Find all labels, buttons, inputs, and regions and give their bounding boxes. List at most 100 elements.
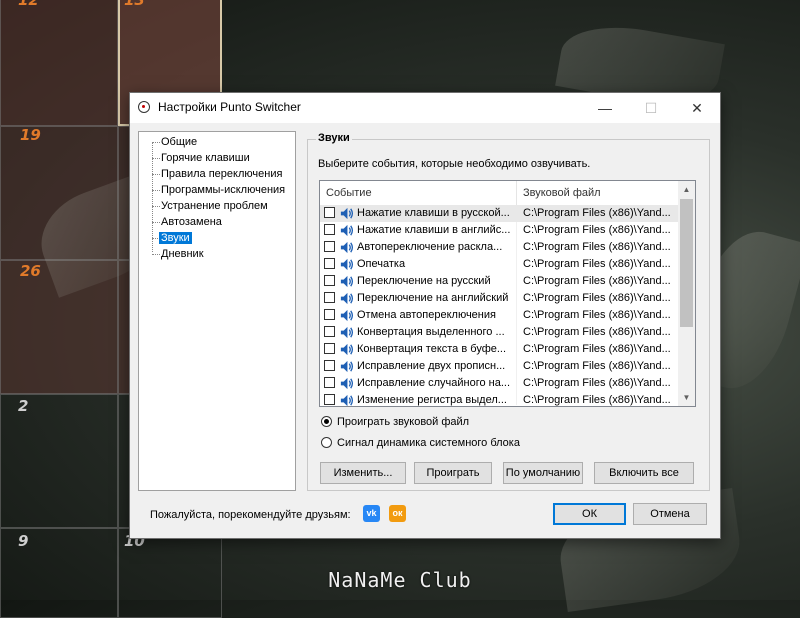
table-row[interactable]: Конвертация текста в буфе... C:\Program F… — [320, 341, 679, 358]
radio-system-beep[interactable]: Сигнал динамика системного блока — [321, 435, 520, 451]
row-checkbox[interactable] — [324, 377, 335, 388]
speaker-icon — [340, 326, 354, 339]
enable-all-button[interactable]: Включить все — [594, 462, 694, 484]
speaker-icon — [340, 377, 354, 390]
scroll-down-arrow-icon[interactable]: ▼ — [678, 389, 695, 406]
table-row[interactable]: Изменение регистра выдел... C:\Program Fi… — [320, 392, 679, 406]
tree-item-hotkeys[interactable]: Горячие клавиши — [159, 150, 252, 166]
settings-dialog: Настройки Punto Switcher — ☐ ✕ Общие Гор… — [129, 92, 721, 539]
change-button[interactable]: Изменить... — [320, 462, 406, 484]
radio-play-file[interactable]: Проиграть звуковой файл — [321, 414, 469, 430]
table-row[interactable]: Исправление случайного на... C:\Program F… — [320, 375, 679, 392]
calendar-day: 13 — [124, 0, 145, 9]
speaker-icon — [340, 258, 354, 271]
sound-file-path: C:\Program Files (x86)\Yand... — [523, 258, 671, 270]
vk-share-icon[interactable]: vk — [363, 505, 380, 522]
table-row[interactable]: Конвертация выделенного ... C:\Program Fi… — [320, 324, 679, 341]
group-description: Выберите события, которые необходимо озв… — [318, 158, 591, 170]
tree-item-diary[interactable]: Дневник — [159, 246, 206, 262]
settings-tree: Общие Горячие клавиши Правила переключен… — [138, 131, 296, 491]
sound-file-path: C:\Program Files (x86)\Yand... — [523, 224, 671, 236]
speaker-icon — [340, 394, 354, 406]
tree-item-label: Правила переключения — [161, 168, 283, 180]
event-name: Переключение на английский — [357, 292, 509, 304]
scroll-thumb[interactable] — [680, 199, 693, 327]
minimize-button[interactable]: — — [582, 93, 628, 123]
column-header-event[interactable]: Событие — [320, 181, 517, 205]
event-name: Исправление двух прописн... — [357, 360, 506, 372]
calendar-day: 12 — [18, 0, 39, 9]
sound-file-path: C:\Program Files (x86)\Yand... — [523, 326, 671, 338]
column-header-file[interactable]: Звуковой файл — [517, 181, 679, 205]
row-checkbox[interactable] — [324, 326, 335, 337]
row-checkbox[interactable] — [324, 343, 335, 354]
sounds-group: Звуки Выберите события, которые необходи… — [307, 132, 710, 491]
window-title: Настройки Punto Switcher — [158, 100, 301, 114]
sound-file-path: C:\Program Files (x86)\Yand... — [523, 394, 671, 406]
row-checkbox[interactable] — [324, 394, 335, 405]
radio-label: Проиграть звуковой файл — [337, 416, 470, 428]
tree-item-label: Дневник — [161, 248, 204, 260]
sound-file-path: C:\Program Files (x86)\Yand... — [523, 343, 671, 355]
play-button[interactable]: Проиграть — [414, 462, 492, 484]
tree-item-label: Программы-исключения — [161, 184, 286, 196]
tree-item-exclusions[interactable]: Программы-исключения — [159, 182, 287, 198]
tree-item-troubleshooting[interactable]: Устранение проблем — [159, 198, 270, 214]
sound-file-path: C:\Program Files (x86)\Yand... — [523, 275, 671, 287]
event-name: Автопереключение раскла... — [357, 241, 503, 253]
radio-label: Сигнал динамика системного блока — [337, 437, 520, 449]
list-rows: Нажатие клавиши в русской... C:\Program F… — [320, 205, 679, 406]
tree-item-sounds[interactable]: Звуки — [159, 230, 192, 246]
default-button[interactable]: По умолчанию — [503, 462, 583, 484]
tree-item-switch-rules[interactable]: Правила переключения — [159, 166, 284, 182]
tree-item-autoreplace[interactable]: Автозамена — [159, 214, 224, 230]
tree-item-label: Звуки — [159, 232, 192, 244]
table-row[interactable]: Автопереключение раскла... C:\Program Fil… — [320, 239, 679, 256]
table-row[interactable]: Отмена автопереключения C:\Program Files … — [320, 307, 679, 324]
speaker-icon — [340, 309, 354, 322]
table-row[interactable]: Переключение на русский C:\Program Files … — [320, 273, 679, 290]
row-checkbox[interactable] — [324, 292, 335, 303]
tree-item-general[interactable]: Общие — [159, 134, 199, 150]
close-button[interactable]: ✕ — [674, 93, 720, 123]
event-name: Отмена автопереключения — [357, 309, 496, 321]
speaker-icon — [340, 360, 354, 373]
maximize-button[interactable]: ☐ — [628, 93, 674, 123]
row-checkbox[interactable] — [324, 275, 335, 286]
row-checkbox[interactable] — [324, 241, 335, 252]
table-row[interactable]: Нажатие клавиши в русской... C:\Program F… — [320, 205, 679, 222]
row-checkbox[interactable] — [324, 258, 335, 269]
calendar-day: 19 — [20, 126, 41, 144]
list-header: Событие Звуковой файл — [320, 181, 679, 206]
scroll-up-arrow-icon[interactable]: ▲ — [678, 181, 695, 198]
sound-file-path: C:\Program Files (x86)\Yand... — [523, 360, 671, 372]
table-row[interactable]: Опечатка C:\Program Files (x86)\Yand... — [320, 256, 679, 273]
table-row[interactable]: Исправление двух прописн... C:\Program Fi… — [320, 358, 679, 375]
row-checkbox[interactable] — [324, 360, 335, 371]
row-checkbox[interactable] — [324, 207, 335, 218]
speaker-icon — [340, 241, 354, 254]
calendar-day: 26 — [20, 262, 41, 280]
cancel-button[interactable]: Отмена — [633, 503, 707, 525]
ok-button[interactable]: ОК — [553, 503, 626, 525]
speaker-icon — [340, 292, 354, 305]
event-name: Исправление случайного на... — [357, 377, 511, 389]
odnoklassniki-share-icon[interactable]: ок — [389, 505, 406, 522]
vertical-scrollbar[interactable]: ▲ ▼ — [678, 181, 695, 406]
speaker-icon — [340, 275, 354, 288]
radio-indicator[interactable] — [321, 437, 332, 448]
calendar-day: 9 — [18, 532, 29, 550]
speaker-icon — [340, 207, 354, 220]
punto-switcher-icon — [138, 101, 150, 113]
tree-item-label: Общие — [161, 136, 198, 148]
table-row[interactable]: Переключение на английский C:\Program Fil… — [320, 290, 679, 307]
title-bar[interactable]: Настройки Punto Switcher — ☐ ✕ — [130, 93, 720, 123]
tree-item-label: Устранение проблем — [161, 200, 268, 212]
radio-indicator[interactable] — [321, 416, 332, 427]
sound-events-list[interactable]: Событие Звуковой файл Нажатие клавиши в … — [319, 180, 696, 407]
row-checkbox[interactable] — [324, 309, 335, 320]
sound-file-path: C:\Program Files (x86)\Yand... — [523, 292, 671, 304]
sound-file-path: C:\Program Files (x86)\Yand... — [523, 309, 671, 321]
table-row[interactable]: Нажатие клавиши в английс... C:\Program F… — [320, 222, 679, 239]
row-checkbox[interactable] — [324, 224, 335, 235]
